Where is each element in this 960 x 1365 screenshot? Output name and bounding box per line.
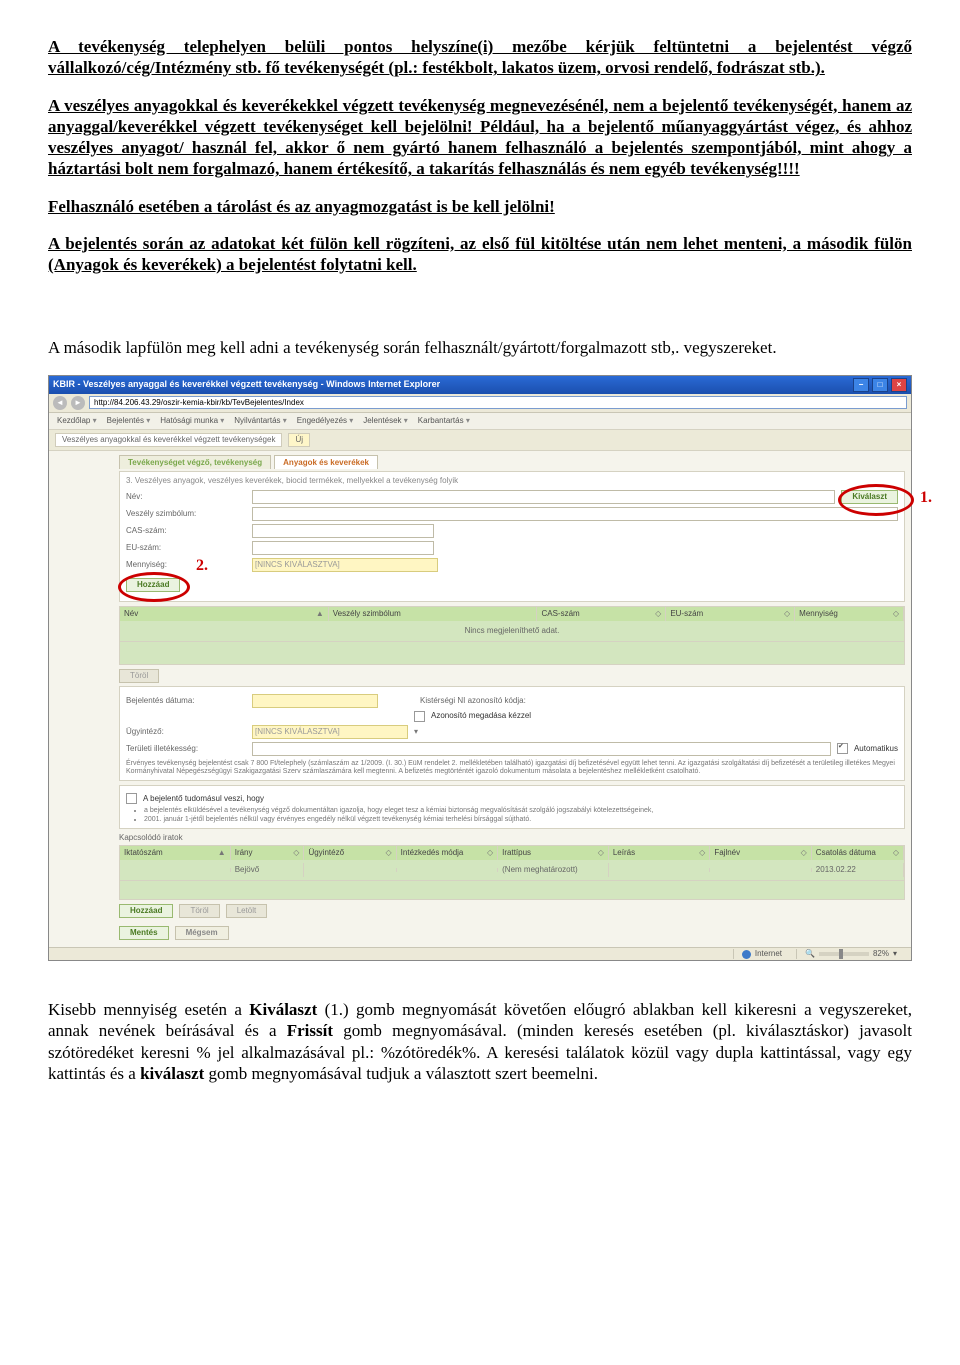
menu-nyilvantartas[interactable]: Nyilvántartás [234,416,287,426]
zoom-value: 82% [873,949,889,959]
label-eu: EU-szám: [126,543,246,553]
close-button[interactable]: × [891,378,907,392]
checkbox-acknowledge[interactable] [126,793,137,804]
dropdown-icon: ▾ [414,727,418,737]
col-irattipus[interactable]: Irattípus◇ [498,846,609,860]
minimize-button[interactable]: − [853,378,869,392]
maximize-button[interactable]: □ [872,378,888,392]
col-ugyintezo[interactable]: Ügyintéző◇ [304,846,396,860]
button-hozzaad[interactable]: Hozzáad [126,578,180,592]
window-title: KBIR - Veszélyes anyaggal és keverékkel … [53,379,440,390]
browser-window: KBIR - Veszélyes anyaggal és keverékkel … [48,375,912,962]
label-cas: CAS-szám: [126,526,246,536]
related-docs-title: Kapcsolódó iratok [119,833,905,843]
bullet-2: 2001. január 1-jétől bejelentés nélkül v… [144,816,898,824]
tab-materials[interactable]: Anyagok és keverékek [274,455,378,469]
zoom-slider[interactable] [819,952,869,956]
address-bar: ◄ ► [49,394,911,413]
input-territory[interactable] [252,742,831,756]
panel-materials-title: 3. Veszélyes anyagok, veszélyes keveréke… [126,476,898,486]
panel-materials: 3. Veszélyes anyagok, veszélyes keveréke… [119,471,905,602]
input-cas [252,524,434,538]
app-menu: Kezdőlap Bejelentés Hatósági munka Nyilv… [49,413,911,430]
paragraph-5: A második lapfülön meg kell adni a tevék… [48,337,912,358]
url-input[interactable] [89,396,907,409]
menu-jelentesek[interactable]: Jelentések [363,416,408,426]
fee-note: Érvényes tevékenység bejelentést csak 7 … [126,760,898,777]
col-name[interactable]: Név▲ [120,607,329,621]
label-quantity: Mennyiség: [126,560,246,570]
paragraph-3: Felhasználó esetében a tárolást és az an… [48,196,912,217]
label-auto: Automatikus [854,744,898,754]
button-megsem[interactable]: Mégsem [175,926,229,940]
zoom-icon: 🔍 [805,949,815,959]
sub-bar: Veszélyes anyagokkal és keverékkel végze… [49,430,911,451]
col-csatolas[interactable]: Csatolás dátuma◇ [812,846,904,860]
materials-grid-empty: Nincs megjeleníthető adat. [120,621,904,641]
select-ugyintezo[interactable]: [NINCS KIVÁLASZTVA] [252,725,408,739]
title-bar: KBIR - Veszélyes anyaggal és keverékkel … [49,376,911,394]
window-buttons: − □ × [853,378,907,392]
docs-grid: Iktatószám▲ Irány◇ Ügyintéző◇ Intézkedés… [119,845,905,881]
menu-engedelyezes[interactable]: Engedélyezés [297,416,354,426]
tab-activity[interactable]: Tevékenységet végző, tevékenység [119,455,271,469]
paragraph-2: A veszélyes anyagokkal és keverékekkel v… [48,95,912,180]
checkbox-auto[interactable] [837,743,848,754]
menu-karbantartas[interactable]: Karbantartás [418,416,470,426]
label-territory: Területi illetékesség: [126,744,246,754]
zoom-dropdown-icon[interactable]: ▾ [893,949,897,959]
checkbox-manual-id[interactable] [414,711,425,722]
label-acknowledge: A bejelentő tudomásul veszi, hogy [143,794,264,804]
col-leiras[interactable]: Leírás◇ [609,846,710,860]
input-date[interactable] [252,694,378,708]
lower-panel: Bejelentés dátuma: Kistérségi NI azonosí… [119,686,905,782]
docs-grid-row[interactable]: Bejövő (Nem meghatározott) 2013.02.22 [120,860,904,880]
acknowledge-panel: A bejelentő tudomásul veszi, hogy a beje… [119,785,905,829]
input-hazard [252,507,898,521]
globe-icon [742,950,751,959]
annotation-1: 1. [920,488,932,508]
paragraph-6: Kisebb mennyiség esetén a Kiválaszt (1.)… [48,999,912,1084]
button-mentes[interactable]: Mentés [119,926,169,940]
button-torol[interactable]: Töröl [119,669,159,683]
label-ugyintezo: Ügyintéző: [126,727,246,737]
status-zone-internet: Internet [733,949,790,959]
col-intezkedes[interactable]: Intézkedés módja◇ [397,846,498,860]
col-cas[interactable]: CAS-szám◇ [537,607,666,621]
input-eu [252,541,434,555]
button-kivalaszt[interactable]: Kiválaszt [841,490,898,504]
col-eu[interactable]: EU-szám◇ [666,607,795,621]
col-iktato[interactable]: Iktatószám▲ [120,846,231,860]
button-letolt[interactable]: Letölt [226,904,268,918]
paragraph-4: A bejelentés során az adatokat két fülön… [48,233,912,276]
annotation-2: 2. [196,556,208,576]
menu-hatosagi[interactable]: Hatósági munka [160,416,224,426]
select-quantity[interactable]: [NINCS KIVÁLASZTVA] [252,558,438,572]
app-body: Tevékenységet végző, tevékenység Anyagok… [49,451,911,948]
button-torol-2[interactable]: Töröl [179,904,219,918]
label-manual-id: Azonosító megadása kézzel [431,711,531,721]
label-date: Bejelentés dátuma: [126,696,246,706]
button-hozzaad-2[interactable]: Hozzáad [119,904,173,918]
menu-kezdolap[interactable]: Kezdőlap [57,416,97,426]
status-bar: Internet 🔍 82% ▾ [49,947,911,960]
subbar-activities[interactable]: Veszélyes anyagokkal és keverékkel végze… [55,433,282,447]
label-name: Név: [126,492,246,502]
status-zone-zoom: 🔍 82% ▾ [796,949,905,959]
materials-grid: Név▲ Veszély szimbólum CAS-szám◇ EU-szám… [119,606,905,642]
input-name[interactable] [252,490,835,504]
col-hazard[interactable]: Veszély szimbólum [329,607,538,621]
label-hazard: Veszély szimbólum: [126,509,246,519]
col-irany[interactable]: Irány◇ [231,846,305,860]
col-qty[interactable]: Mennyiség◇ [795,607,904,621]
paragraph-1: A tevékenység telephelyen belüli pontos … [48,36,912,79]
back-button[interactable]: ◄ [53,396,67,410]
col-fajlnev[interactable]: Fajlnév◇ [710,846,811,860]
bullet-1: a bejelentés elküldésével a tevékenység … [144,807,898,815]
menu-bejelentes[interactable]: Bejelentés [107,416,151,426]
tabs: Tevékenységet végző, tevékenység Anyagok… [119,455,905,469]
forward-button[interactable]: ► [71,396,85,410]
subbar-new[interactable]: Új [288,433,310,447]
label-kist: Kistérségi NI azonosító kódja: [420,696,526,706]
